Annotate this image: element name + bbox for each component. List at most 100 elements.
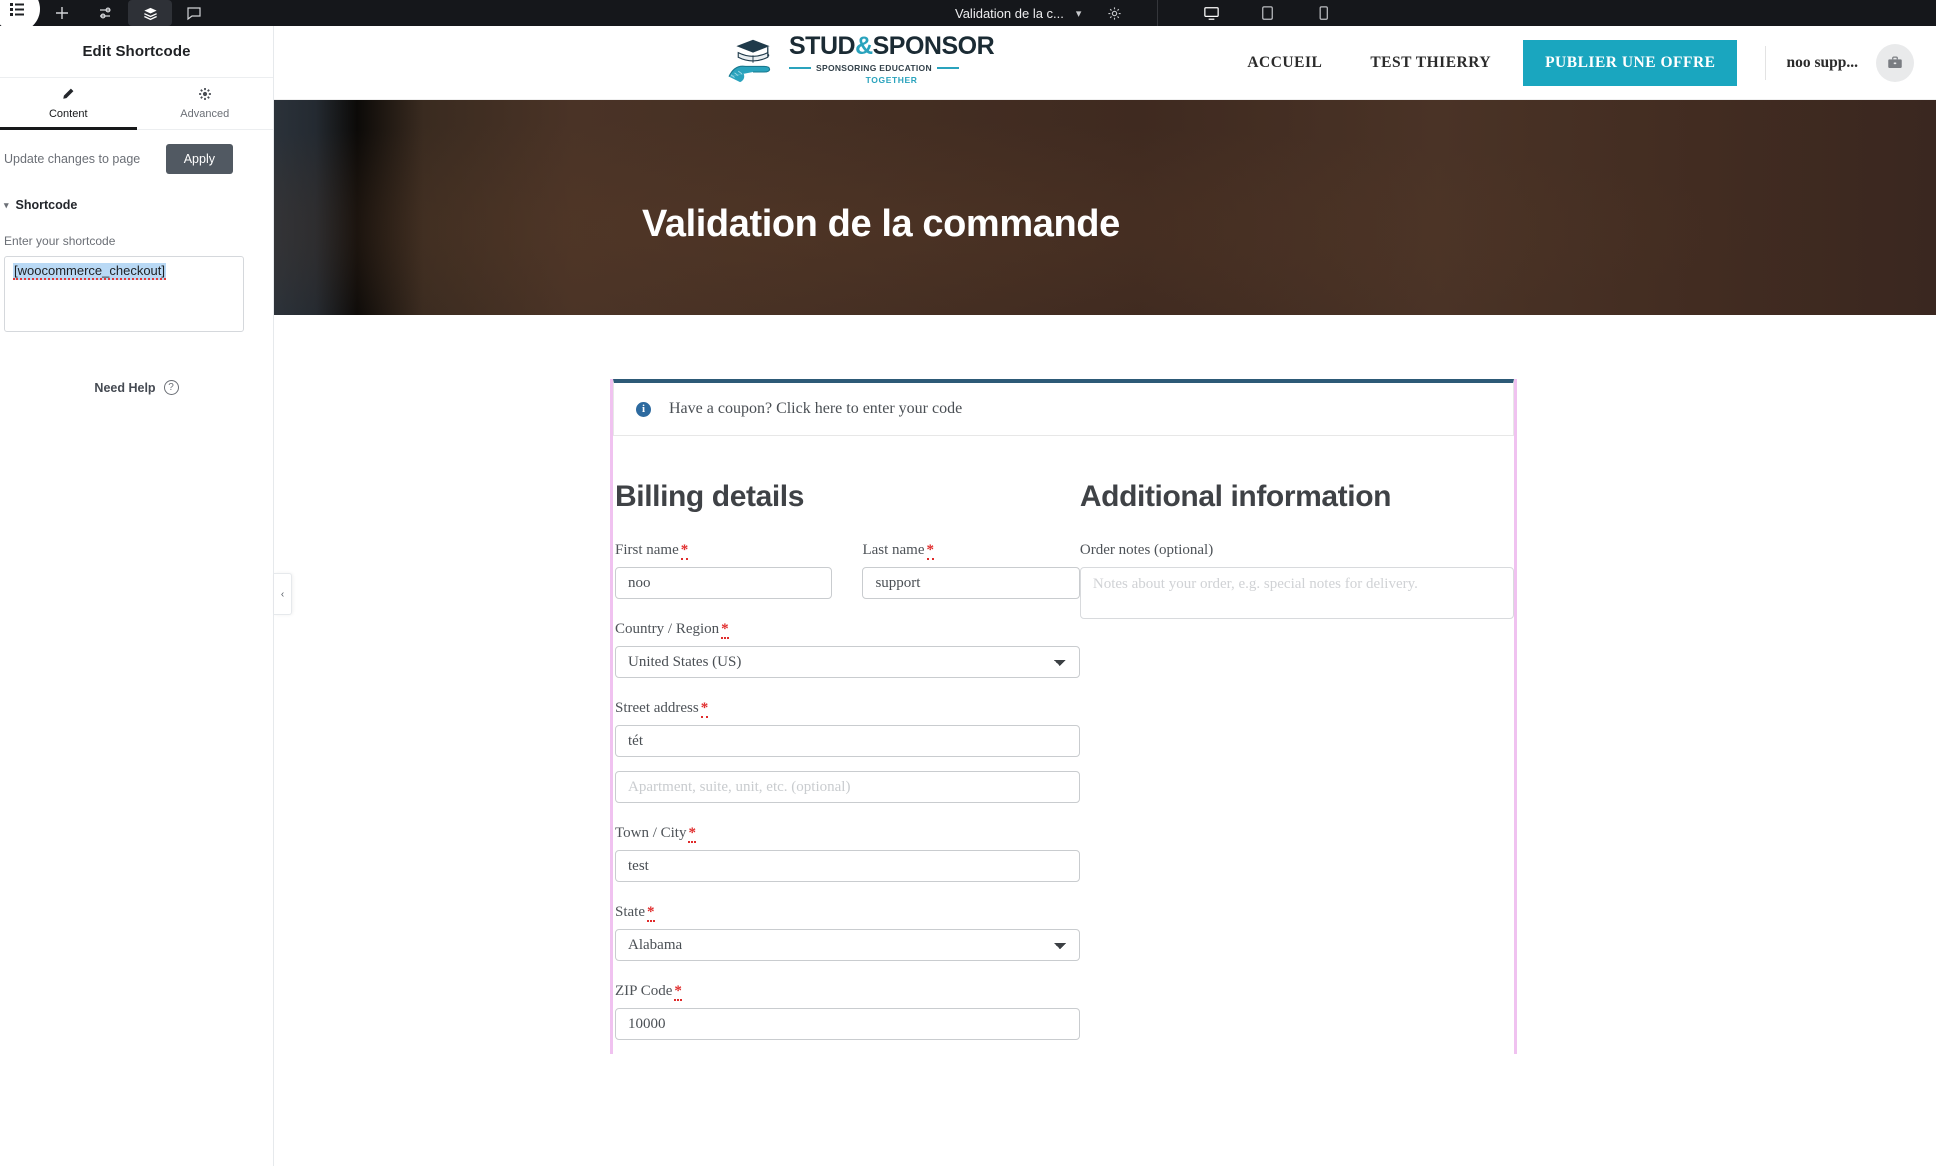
- panel-collapse-handle[interactable]: ‹: [274, 573, 292, 615]
- last-name-label-text: Last name: [862, 542, 925, 558]
- last-name-group: Last name *: [862, 542, 1080, 599]
- billing-title: Billing details: [615, 480, 805, 513]
- elementor-editor: Validation de la c... ▾ Edit Shortcode C…: [0, 0, 1936, 1166]
- chevron-down-icon: ▾: [4, 199, 9, 210]
- panel-header: Edit Shortcode: [0, 26, 273, 78]
- site-logo[interactable]: STUD&SPONSOR SPONSORING EDUCATION TOGETH…: [725, 32, 995, 85]
- zip-input[interactable]: [615, 1008, 1080, 1040]
- site-nav: ACCUEIL TEST THIERRY PUBLIER UNE OFFRE n…: [1223, 26, 1920, 100]
- top-bar-left-tools: [0, 0, 216, 32]
- street-label-text: Street address: [615, 700, 699, 716]
- city-label-text: Town / City: [615, 825, 687, 841]
- logo-tagline-row: SPONSORING EDUCATION: [789, 63, 994, 73]
- tab-content[interactable]: Content: [0, 78, 137, 130]
- tablet-icon: [1261, 5, 1273, 20]
- panel-body: Update changes to page Apply ▾ Shortcode…: [0, 130, 273, 395]
- shortcode-input[interactable]: [woocommerce_checkout]: [4, 256, 244, 332]
- tab-advanced[interactable]: Advanced: [137, 78, 274, 129]
- required-asterisk: *: [926, 542, 935, 560]
- shortcode-section-title: Shortcode: [15, 198, 78, 212]
- required-asterisk: *: [680, 542, 689, 560]
- pencil-icon: [61, 87, 75, 103]
- city-input[interactable]: [615, 850, 1080, 882]
- logo-word-stud: STUD: [789, 32, 856, 60]
- state-select[interactable]: [615, 929, 1080, 961]
- last-name-input[interactable]: [862, 567, 1080, 599]
- nav-item-test-thierry[interactable]: TEST THIERRY: [1346, 54, 1515, 72]
- editor-top-bar: Validation de la c... ▾: [0, 0, 1936, 32]
- user-name-label[interactable]: noo supp...: [1786, 54, 1858, 72]
- shortcode-field-label: Enter your shortcode: [4, 234, 116, 248]
- graduation-hand-logo-icon: [728, 39, 771, 82]
- checkout-columns: Billing details First name* Last name*: [613, 436, 1514, 1054]
- first-name-input[interactable]: [615, 567, 833, 599]
- topbar-divider: [1157, 0, 1158, 26]
- first-name-group: First name *: [615, 542, 833, 599]
- gear-icon: [198, 87, 212, 103]
- coupon-notice[interactable]: i Have a coupon? Click here to enter you…: [613, 379, 1514, 436]
- document-indicator[interactable]: Validation de la c... ▾: [955, 0, 1122, 26]
- apply-button[interactable]: Apply: [165, 144, 233, 174]
- country-group: Country / Region *: [615, 621, 1080, 678]
- country-label: Country / Region *: [615, 621, 1080, 639]
- gear-icon: [1108, 6, 1122, 20]
- city-group: Town / City *: [615, 825, 1080, 882]
- order-notes-label: Order notes (optional): [1079, 542, 1214, 558]
- tab-content-label: Content: [48, 108, 88, 120]
- structure-button[interactable]: [128, 0, 172, 26]
- chevron-down-icon[interactable]: ▾: [1076, 7, 1082, 20]
- logo-text: STUD&SPONSOR SPONSORING EDUCATION TOGETH…: [789, 32, 995, 85]
- shortcode-section-header[interactable]: ▾ Shortcode: [4, 188, 253, 222]
- city-label: Town / City *: [615, 825, 1080, 843]
- preview-settings-button[interactable]: [1107, 6, 1122, 21]
- preview-canvas: STUD&SPONSOR SPONSORING EDUCATION TOGETH…: [274, 26, 1936, 1166]
- panel-title: Edit Shortcode: [82, 43, 191, 60]
- logo-wordmark: STUD&SPONSOR: [789, 32, 995, 60]
- add-element-button[interactable]: [40, 0, 84, 26]
- logo-tagline: SPONSORING EDUCATION: [816, 63, 932, 73]
- coupon-link[interactable]: Have a coupon? Click here to enter your …: [669, 400, 962, 418]
- mobile-icon: [1319, 5, 1328, 20]
- state-label-text: State: [615, 904, 645, 920]
- state-label: State *: [615, 904, 1080, 922]
- device-switcher: [1183, 0, 1351, 29]
- nav-item-accueil[interactable]: ACCUEIL: [1223, 54, 1346, 72]
- avatar[interactable]: [1876, 44, 1914, 82]
- order-notes-textarea[interactable]: [1079, 567, 1514, 619]
- question-mark-icon: ?: [163, 380, 179, 395]
- logo-rule-right: [936, 67, 959, 69]
- page-title: Validation de la commande: [642, 203, 1120, 245]
- device-tablet-button[interactable]: [1239, 0, 1295, 26]
- street-label: Street address *: [615, 700, 1080, 718]
- logo-ampersand: &: [855, 32, 873, 60]
- desktop-icon: [1203, 6, 1219, 20]
- additional-info-column: Additional information Order notes (opti…: [1079, 480, 1514, 1054]
- additional-info-title: Additional information: [1079, 480, 1392, 513]
- street-address-input[interactable]: [615, 725, 1080, 757]
- country-label-text: Country / Region: [615, 621, 720, 637]
- state-group: State *: [615, 904, 1080, 961]
- apartment-input[interactable]: [615, 771, 1080, 803]
- checkout-widget: i Have a coupon? Click here to enter you…: [610, 379, 1517, 1054]
- billing-column: Billing details First name* Last name*: [613, 480, 1080, 1054]
- logo-tagline-secondary: TOGETHER: [865, 75, 918, 85]
- comments-button[interactable]: [172, 0, 216, 26]
- required-asterisk: *: [721, 621, 729, 639]
- required-asterisk: *: [688, 825, 696, 843]
- hero-banner: Validation de la commande: [274, 100, 1936, 315]
- add-element-icon: [56, 7, 68, 19]
- street2-group: [615, 771, 1080, 803]
- need-help-link[interactable]: Need Help ?: [20, 380, 253, 395]
- document-title: Validation de la c...: [955, 5, 1064, 21]
- device-desktop-button[interactable]: [1183, 0, 1239, 29]
- structure-layers-icon: [143, 7, 157, 20]
- site-settings-button[interactable]: [84, 0, 128, 26]
- apply-row: Update changes to page Apply: [4, 130, 253, 188]
- country-select[interactable]: [615, 646, 1080, 678]
- logo-rule-left: [789, 67, 811, 69]
- tab-advanced-label: Advanced: [180, 108, 230, 120]
- order-notes-group: Order notes (optional): [1079, 542, 1514, 624]
- device-mobile-button[interactable]: [1295, 0, 1351, 26]
- publish-offer-button[interactable]: PUBLIER UNE OFFRE: [1523, 40, 1738, 86]
- last-name-label: Last name *: [862, 542, 1079, 560]
